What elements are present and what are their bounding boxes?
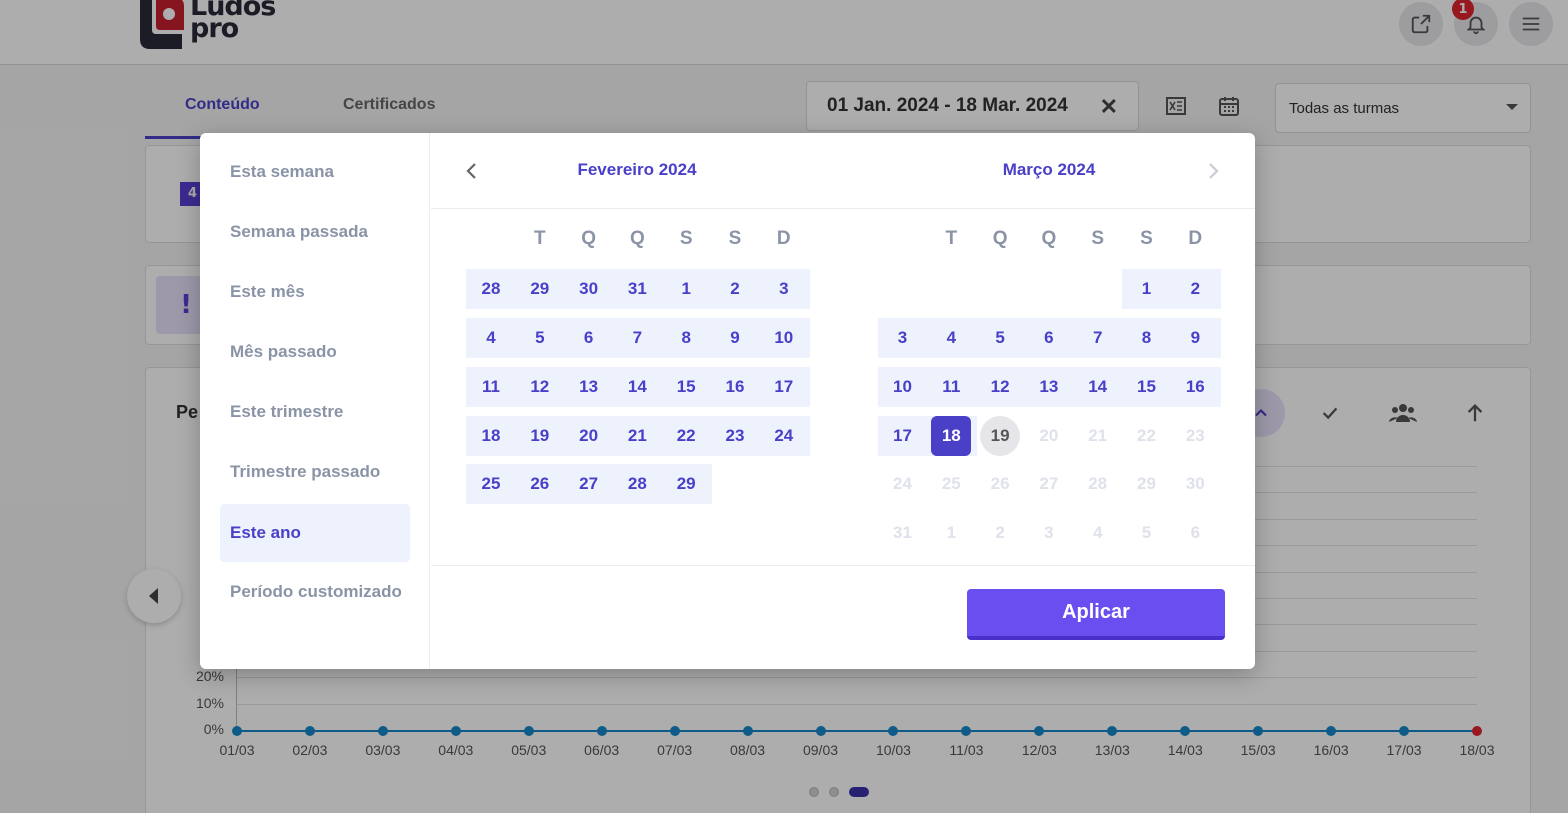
calendar-day[interactable]: 15 — [1127, 367, 1167, 407]
calendar-day[interactable]: 21 — [617, 416, 657, 456]
calendar-day[interactable]: 19 — [520, 416, 560, 456]
calendar-day[interactable]: 11 — [471, 367, 511, 407]
calendar-day[interactable]: 13 — [569, 367, 609, 407]
calendar-day[interactable]: 5 — [1127, 513, 1167, 553]
calendar-day[interactable]: 29 — [1127, 464, 1167, 504]
calendar-day[interactable]: 23 — [715, 416, 755, 456]
calendar-day[interactable]: 13 — [1029, 367, 1069, 407]
preset-list: Esta semana Semana passada Este mês Mês … — [200, 133, 430, 669]
date-picker-modal: Esta semana Semana passada Este mês Mês … — [200, 133, 1255, 669]
calendar-day[interactable]: 9 — [715, 318, 755, 358]
weekday-header: D — [1188, 228, 1203, 249]
calendar-day[interactable]: 3 — [1029, 513, 1069, 553]
calendar-day[interactable]: 26 — [980, 464, 1020, 504]
calendar-day[interactable]: 1 — [1127, 269, 1167, 309]
calendar-day[interactable]: 20 — [569, 416, 609, 456]
calendar-day[interactable]: 25 — [931, 464, 971, 504]
calendar-day[interactable]: 12 — [520, 367, 560, 407]
calendar-day[interactable]: 30 — [569, 269, 609, 309]
calendar-day[interactable]: 3 — [883, 318, 923, 358]
calendar-day[interactable]: 14 — [1078, 367, 1118, 407]
calendar-day[interactable]: 24 — [764, 416, 804, 456]
calendar-day[interactable]: 2 — [1175, 269, 1215, 309]
preset-this-year[interactable]: Este ano — [220, 504, 410, 562]
weekday-header: T — [533, 228, 546, 249]
weekday-header: Q — [1041, 228, 1057, 249]
preset-custom-period[interactable]: Período customizado — [220, 563, 410, 621]
calendar-day[interactable]: 2 — [980, 513, 1020, 553]
calendar-day[interactable]: 7 — [617, 318, 657, 358]
calendar-day[interactable]: 27 — [1029, 464, 1069, 504]
weekday-header: T — [945, 228, 958, 249]
apply-button[interactable]: Aplicar — [967, 589, 1225, 640]
preset-last-week[interactable]: Semana passada — [220, 203, 410, 261]
calendar-day[interactable]: 30 — [1175, 464, 1215, 504]
weekday-header: Q — [581, 228, 596, 249]
calendar-day[interactable]: 17 — [764, 367, 804, 407]
calendar-day[interactable]: 6 — [1175, 513, 1215, 553]
calendar-day[interactable]: 22 — [1127, 416, 1167, 456]
calendar-day[interactable]: 16 — [1175, 367, 1215, 407]
calendar-day[interactable]: 17 — [883, 416, 923, 456]
calendar-day[interactable]: 25 — [471, 464, 511, 504]
calendar-day[interactable]: 6 — [569, 318, 609, 358]
calendar-day[interactable]: 2 — [715, 269, 755, 309]
calendar-day[interactable]: 27 — [569, 464, 609, 504]
calendar-day[interactable]: 1 — [666, 269, 706, 309]
calendar-day[interactable]: 21 — [1078, 416, 1118, 456]
calendar-day[interactable]: 23 — [1175, 416, 1215, 456]
weekday-header: S — [1091, 228, 1105, 249]
preset-this-quarter[interactable]: Este trimestre — [220, 383, 410, 441]
calendar-day[interactable]: 12 — [980, 367, 1020, 407]
calendar-day[interactable]: 5 — [520, 318, 560, 358]
calendar-day-today[interactable]: 19 — [980, 416, 1021, 456]
preset-last-month[interactable]: Mês passado — [220, 323, 410, 381]
calendar-day[interactable]: 16 — [715, 367, 755, 407]
calendar-day[interactable]: 22 — [666, 416, 706, 456]
preset-this-week[interactable]: Esta semana — [220, 143, 410, 201]
preset-this-month[interactable]: Este mês — [220, 263, 410, 321]
calendar-footer-divider — [431, 565, 1255, 566]
calendar-day[interactable]: 24 — [883, 464, 923, 504]
weekday-header: D — [776, 228, 791, 249]
calendar-day[interactable]: 15 — [666, 367, 706, 407]
weekday-header: S — [1140, 228, 1153, 249]
calendar-day[interactable]: 4 — [931, 318, 971, 358]
weekday-header: Q — [630, 228, 645, 249]
calendar-day[interactable]: 29 — [666, 464, 706, 504]
calendar-day[interactable]: 4 — [1078, 513, 1118, 553]
calendar-day[interactable]: 31 — [883, 513, 923, 553]
calendar-day[interactable]: 31 — [617, 269, 657, 309]
calendar-day[interactable]: 10 — [764, 318, 804, 358]
calendar-day[interactable]: 11 — [931, 367, 971, 407]
calendar-day[interactable]: 6 — [1029, 318, 1069, 358]
calendar-day[interactable]: 29 — [520, 269, 560, 309]
calendar-day[interactable]: 28 — [1078, 464, 1118, 504]
next-month-icon[interactable] — [1203, 161, 1223, 181]
calendar-day[interactable]: 8 — [666, 318, 706, 358]
calendar-day[interactable]: 28 — [471, 269, 511, 309]
calendar-header-divider — [431, 208, 1255, 209]
calendar-day[interactable]: 8 — [1127, 318, 1167, 358]
calendar-day[interactable]: 9 — [1175, 318, 1215, 358]
calendar-day[interactable]: 14 — [617, 367, 657, 407]
calendar-day-selected[interactable]: 18 — [931, 416, 972, 456]
calendar-day[interactable]: 18 — [471, 416, 511, 456]
prev-month-icon[interactable] — [462, 161, 482, 181]
right-month-title: Março 2024 — [1002, 160, 1096, 179]
weekday-header: S — [728, 228, 742, 249]
calendar-day[interactable]: 4 — [471, 318, 511, 358]
calendar-day[interactable]: 5 — [980, 318, 1020, 358]
weekday-header: S — [679, 228, 693, 249]
left-month-title: Fevereiro 2024 — [577, 160, 697, 179]
calendar-day[interactable]: 20 — [1029, 416, 1069, 456]
weekday-header: Q — [992, 228, 1008, 249]
calendar-day[interactable]: 28 — [617, 464, 657, 504]
preset-last-quarter[interactable]: Trimestre passado — [220, 443, 410, 501]
calendar-day[interactable]: 1 — [931, 513, 971, 553]
calendar-day[interactable]: 3 — [764, 269, 804, 309]
calendar-day[interactable]: 7 — [1078, 318, 1118, 358]
calendar-day[interactable]: 10 — [883, 367, 923, 407]
calendar-day[interactable]: 26 — [520, 464, 560, 504]
